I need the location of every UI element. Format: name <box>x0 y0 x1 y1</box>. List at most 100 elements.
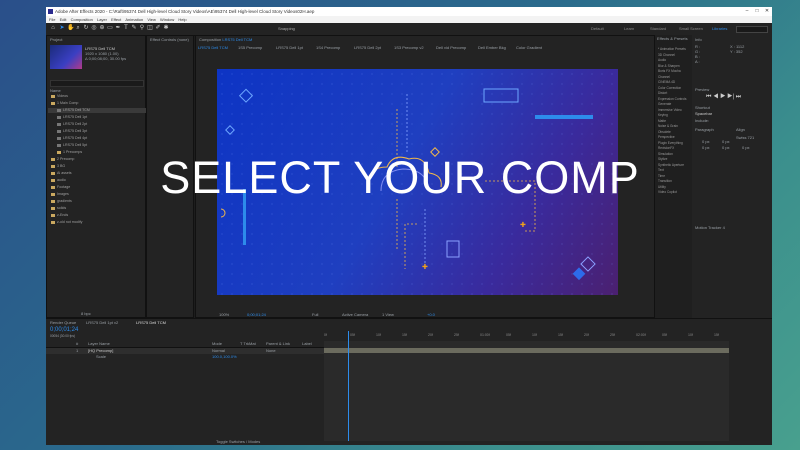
effects-category[interactable]: Channel <box>658 75 670 79</box>
view-tab-9[interactable]: Color Gradient <box>516 45 542 50</box>
menu-help[interactable]: Help <box>178 17 186 22</box>
paragraph-indent-2[interactable]: 0 px <box>722 139 730 144</box>
tab-effects-presets[interactable]: Effects & Presets <box>657 36 688 41</box>
layer-duration-bar[interactable] <box>324 348 729 353</box>
tab-composition[interactable]: Composition LRS75 Dell TCM <box>199 37 252 42</box>
camera-tool-icon[interactable]: ◎ <box>91 25 97 31</box>
effects-category[interactable]: Keying <box>658 113 668 117</box>
tab-render-queue[interactable]: Render Queue <box>50 320 76 325</box>
workspace-learn[interactable]: Learn <box>624 26 634 31</box>
workspace-standard[interactable]: Standard <box>650 26 666 31</box>
project-item[interactable]: LRS75 Dell 3pt <box>48 129 155 134</box>
effects-category[interactable]: Boris FX Mocha <box>658 69 681 73</box>
toggle-switches-modes-button[interactable]: Toggle Switches / Modes <box>216 439 260 444</box>
menu-effect[interactable]: Effect <box>111 17 121 22</box>
effects-category[interactable]: Distort <box>658 91 667 95</box>
selection-tool-icon[interactable]: ➤ <box>59 25 65 31</box>
timeline-timecode[interactable]: 0;00;01;24 <box>50 327 78 333</box>
view-tab-2[interactable]: 1S5 Precomp <box>238 45 262 50</box>
character-font[interactable]: Swiss 721 <box>736 135 754 140</box>
tab-project[interactable]: Project <box>50 37 62 42</box>
effects-category[interactable]: Perspective <box>658 135 675 139</box>
workspace-default[interactable]: Default <box>591 26 604 31</box>
menu-composition[interactable]: Composition <box>71 17 93 22</box>
clone-stamp-tool-icon[interactable]: ⚲ <box>139 25 145 31</box>
brush-tool-icon[interactable]: ✎ <box>131 25 137 31</box>
resolution-dropdown[interactable]: Full <box>312 312 318 317</box>
project-item[interactable]: LRS75 Dell 4pt <box>48 136 155 141</box>
rotate-tool-icon[interactable]: ↻ <box>83 25 89 31</box>
magnification-dropdown[interactable]: 100% <box>219 312 229 317</box>
view-tab-4[interactable]: 1S4 Precomp <box>316 45 340 50</box>
menu-animation[interactable]: Animation <box>125 17 143 22</box>
view-tab-3[interactable]: LRS75 Dell 1pt <box>276 45 303 50</box>
camera-dropdown[interactable]: Active Camera <box>342 312 368 317</box>
minimize-button[interactable]: – <box>742 7 752 16</box>
layer-parent-dropdown[interactable]: None <box>266 348 276 353</box>
hand-tool-icon[interactable]: ✋ <box>67 25 74 31</box>
roto-brush-tool-icon[interactable]: ✐ <box>155 25 161 31</box>
effects-category[interactable]: Immersive Video <box>658 108 682 112</box>
layer-mode-dropdown[interactable]: Normal <box>212 348 225 353</box>
project-item[interactable]: 1 Main Comp <box>48 101 149 106</box>
tab-timeline-comp-1[interactable]: LRS75 Dell 1pt v2 <box>86 320 118 325</box>
tab-paragraph[interactable]: Paragraph <box>695 127 714 132</box>
timeline-tracks[interactable] <box>324 331 729 441</box>
exposure-value[interactable]: +0.0 <box>427 312 435 317</box>
eraser-tool-icon[interactable]: ◫ <box>147 25 153 31</box>
next-frame-icon[interactable]: ▶| <box>727 94 734 100</box>
view-tab-8[interactable]: Dell Ember Bkg <box>478 45 506 50</box>
menu-window[interactable]: Window <box>160 17 174 22</box>
effects-category[interactable]: Audio <box>658 58 666 62</box>
effects-category[interactable]: Matte <box>658 119 666 123</box>
menu-layer[interactable]: Layer <box>97 17 107 22</box>
effects-category[interactable]: Obsolete <box>658 130 671 134</box>
snapping-checkbox[interactable]: Snapping <box>278 26 295 31</box>
effects-category[interactable]: Plugin Everything <box>658 141 683 145</box>
view-tab-6[interactable]: 1S3 Precomp v2 <box>394 45 424 50</box>
bpc-label[interactable]: 8 bpc <box>81 311 91 316</box>
current-time-indicator[interactable] <box>348 331 349 441</box>
puppet-tool-icon[interactable]: ✱ <box>163 25 169 31</box>
view-tab-7[interactable]: Dell vid Precomp <box>436 45 466 50</box>
effects-category[interactable]: 3D Channel <box>658 53 675 57</box>
workspace-libraries[interactable]: Libraries <box>712 26 727 31</box>
paragraph-indent-1[interactable]: 0 px <box>702 139 710 144</box>
prev-frame-icon[interactable]: ◀ <box>713 94 718 100</box>
effects-category[interactable]: CINEMA 4D <box>658 80 675 84</box>
menu-file[interactable]: File <box>49 17 55 22</box>
effects-category[interactable]: * Animation Presets <box>658 47 686 51</box>
project-item[interactable]: LRS75 Dell 1pt <box>48 115 155 120</box>
project-item[interactable]: z-old not modify <box>48 220 149 225</box>
tab-preview[interactable]: Preview <box>695 87 709 92</box>
effects-category[interactable]: Expression Controls <box>658 97 687 101</box>
search-help-input[interactable] <box>736 26 768 33</box>
project-item[interactable]: z-Ends <box>48 213 149 218</box>
type-tool-icon[interactable]: T <box>123 25 129 31</box>
views-dropdown[interactable]: 1 View <box>382 312 394 317</box>
workspace-small-screen[interactable]: Small Screen <box>679 26 703 31</box>
layer-property-row[interactable]: Scale 100.0,100.0% <box>46 354 324 360</box>
rectangle-tool-icon[interactable]: ▭ <box>107 25 113 31</box>
maximize-button[interactable]: □ <box>752 7 762 16</box>
first-frame-icon[interactable]: ⏮ <box>706 94 711 100</box>
shortcut-dropdown[interactable]: Spacebar <box>695 111 712 116</box>
project-item[interactable]: LRS75 Dell TCM <box>48 108 155 113</box>
property-value[interactable]: 100.0,100.0% <box>212 354 237 359</box>
tab-timeline-comp-2[interactable]: LRS75 Dell TCM <box>136 320 166 325</box>
close-button[interactable]: ✕ <box>762 7 772 16</box>
tab-motion-tracker[interactable]: Motion Tracker 4 <box>695 225 725 230</box>
pan-behind-tool-icon[interactable]: ⊕ <box>99 25 105 31</box>
tab-effect-controls[interactable]: Effect Controls (none) <box>150 37 189 42</box>
home-icon[interactable]: ⌂ <box>50 25 56 31</box>
tab-align[interactable]: Align <box>736 127 745 132</box>
effects-category[interactable]: Generate <box>658 102 671 106</box>
last-frame-icon[interactable]: ⏭ <box>736 94 741 100</box>
effects-category[interactable]: Blur & Sharpen <box>658 64 680 68</box>
view-tab-5[interactable]: LRS75 Dell 2pt <box>354 45 381 50</box>
project-item[interactable]: LRS75 Dell 2pt <box>48 122 155 127</box>
effects-category[interactable]: Color Correction <box>658 86 681 90</box>
project-search-input[interactable] <box>50 80 144 87</box>
tab-info[interactable]: Info <box>695 37 702 42</box>
timecode-display[interactable]: 0;00;01;24 <box>247 312 266 317</box>
